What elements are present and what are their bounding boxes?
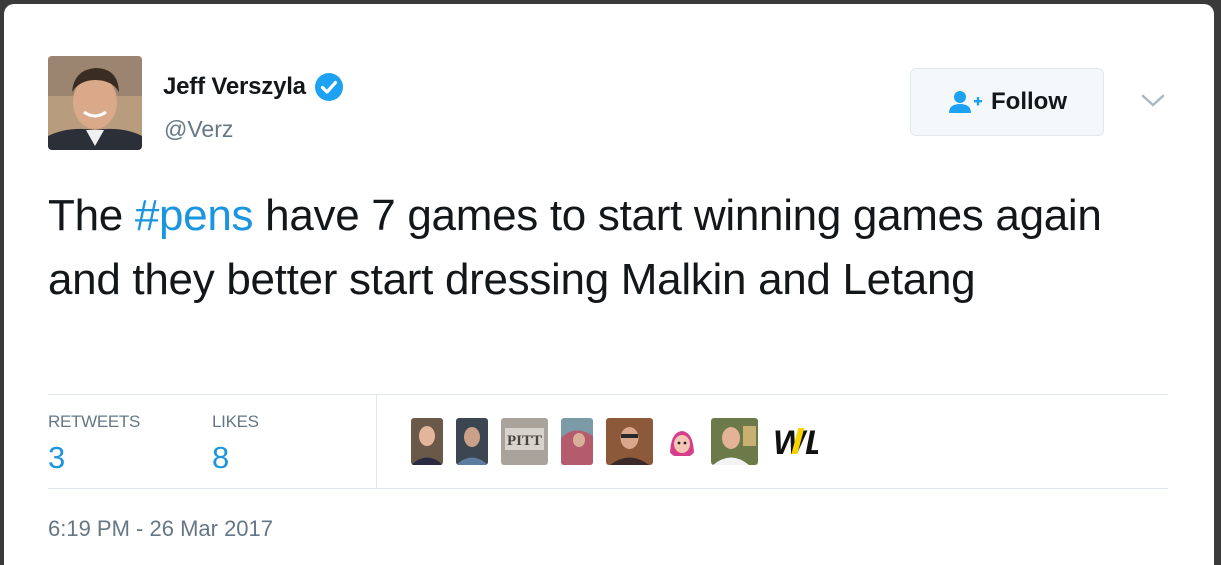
retweets-stat[interactable]: RETWEETS 3: [48, 412, 140, 476]
likers-avatars: PITT WL: [411, 418, 831, 465]
liker-photo-icon: [561, 418, 593, 465]
stats-separator: [376, 394, 377, 488]
liker-avatar[interactable]: [411, 418, 443, 465]
svg-text:PITT: PITT: [507, 433, 542, 449]
liker-photo-icon: [711, 418, 758, 465]
likes-label: LIKES: [212, 412, 259, 431]
liker-photo-icon: [456, 418, 488, 465]
author-name-row: Jeff Verszyla: [163, 72, 344, 102]
liker-avatar[interactable]: [456, 418, 488, 465]
liker-photo-icon: [411, 418, 443, 465]
liker-avatar[interactable]: [561, 418, 593, 465]
wl-logo-icon: WL: [771, 418, 818, 465]
author-handle[interactable]: @Verz: [164, 116, 233, 143]
profile-photo-icon: [48, 56, 142, 150]
retweets-count: 3: [48, 440, 66, 475]
tweet-timestamp[interactable]: 6:19 PM - 26 Mar 2017: [48, 516, 273, 542]
author-name[interactable]: Jeff Verszyla: [163, 73, 306, 101]
liker-avatar[interactable]: [606, 418, 653, 465]
pitt-logo-icon: PITT: [501, 418, 548, 465]
tweet-card: Jeff Verszyla @Verz Follow The #pens hav…: [4, 4, 1214, 565]
follow-label: Follow: [991, 88, 1067, 115]
liker-avatar[interactable]: PITT: [501, 418, 548, 465]
liker-avatar[interactable]: WL: [771, 418, 818, 465]
tweet-text-start: The: [48, 191, 135, 240]
stats-bottom-divider: [48, 488, 1168, 489]
tweet-stats: RETWEETS 3 LIKES 8 PITT: [48, 394, 1168, 488]
likes-count: 8: [212, 440, 230, 475]
verified-badge-icon: [314, 73, 343, 101]
author-avatar[interactable]: [48, 56, 142, 150]
likes-stat[interactable]: LIKES 8: [212, 412, 259, 476]
liker-photo-icon: [606, 418, 653, 465]
tweet-text: The #pens have 7 games to start winning …: [48, 184, 1178, 312]
hashtag-link[interactable]: #pens: [135, 191, 254, 240]
retweets-label: RETWEETS: [48, 412, 141, 431]
chevron-down-icon[interactable]: [1140, 92, 1166, 110]
cartoon-avatar-icon: [666, 425, 698, 458]
liker-avatar[interactable]: [666, 425, 698, 458]
add-user-icon: [949, 91, 982, 113]
follow-button[interactable]: Follow: [910, 68, 1104, 136]
tweet-header: Jeff Verszyla @Verz Follow: [48, 54, 1178, 154]
liker-avatar[interactable]: [711, 418, 758, 465]
